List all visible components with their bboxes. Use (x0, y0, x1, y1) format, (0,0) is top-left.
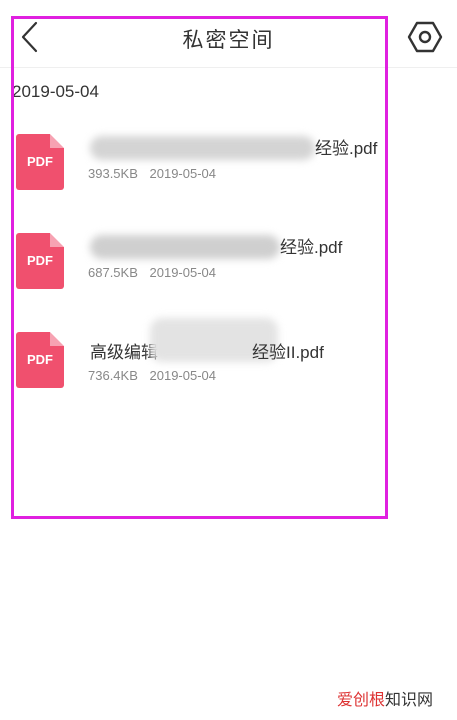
page-title: 私密空间 (182, 28, 275, 52)
file-item[interactable]: PDF 经验.pdf 393.5KB 2019-05-04 (0, 134, 457, 214)
settings-button[interactable] (407, 20, 443, 54)
pdf-file-icon: PDF (16, 332, 64, 388)
pdf-file-icon: PDF (16, 134, 64, 190)
file-item[interactable]: PDF 高级编辑 经验II.pdf 736.4KB 2019-05-04 (0, 318, 457, 412)
file-date: 2019-05-04 (149, 166, 217, 181)
watermark-accent: 爱创根 (336, 692, 385, 709)
file-name: 经验II.pdf (252, 343, 324, 362)
redacted-filename (90, 136, 315, 160)
file-name: 经验.pdf (315, 139, 378, 158)
header-bar: 私密空间 (0, 0, 457, 68)
file-item[interactable]: PDF 经验.pdf 687.5KB 2019-05-04 (0, 233, 457, 313)
watermark: 爱创根知识网 (337, 686, 433, 710)
file-size: 736.4KB (88, 368, 138, 383)
file-date: 2019-05-04 (149, 368, 217, 383)
date-group-header: 2019-05-04 (12, 82, 99, 101)
file-size: 687.5KB (88, 265, 138, 280)
file-name: 经验.pdf (280, 238, 343, 257)
pdf-file-icon: PDF (16, 233, 64, 289)
watermark-rest: 知识网 (384, 692, 433, 709)
file-meta: 393.5KB 2019-05-04 (88, 166, 224, 181)
file-meta: 736.4KB 2019-05-04 (88, 368, 224, 383)
file-meta: 687.5KB 2019-05-04 (88, 265, 224, 280)
redacted-filename (90, 235, 280, 259)
hexagon-settings-icon (407, 21, 443, 53)
file-size: 393.5KB (88, 166, 138, 181)
file-date: 2019-05-04 (149, 265, 217, 280)
